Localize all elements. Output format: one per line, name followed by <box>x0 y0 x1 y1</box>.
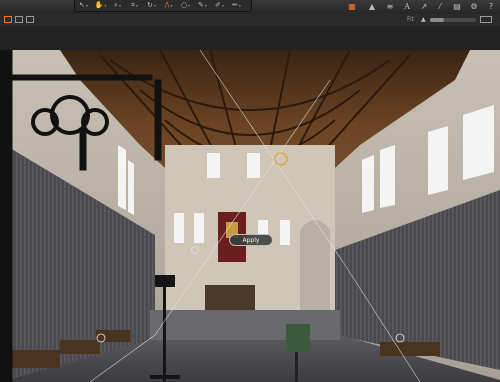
chevron-down-icon: ▾ <box>118 3 121 8</box>
compare-view-icon[interactable] <box>26 16 34 23</box>
arch-doorway <box>300 220 330 320</box>
eyedropper-glyph: ✎ <box>198 1 204 9</box>
chevron-down-icon: ▾ <box>104 3 107 8</box>
image-viewer: Apply <box>0 26 500 382</box>
sign-post <box>295 350 298 382</box>
window <box>362 155 374 213</box>
bench <box>10 350 60 368</box>
rotate-icon[interactable]: ↻ ▾ <box>143 0 160 11</box>
adjust-brush-icon[interactable]: ✐ ▾ <box>211 0 228 11</box>
photo-canvas[interactable] <box>0 50 500 382</box>
chevron-down-icon: ▾ <box>188 3 191 8</box>
help-icon[interactable]: ? <box>485 1 497 12</box>
spot-icon[interactable]: ○ ▾ <box>177 0 194 11</box>
spot-glyph: ○ <box>180 1 188 9</box>
keystone-glyph: /\ <box>164 1 170 9</box>
pen-icon[interactable]: ⁄ <box>434 1 446 12</box>
pointer-glyph: ↖ <box>79 1 85 9</box>
adjust-brush-glyph: ✐ <box>215 1 221 9</box>
draw-mask-icon[interactable]: ✏ ▾ <box>228 0 245 11</box>
draw-mask-glyph: ✏ <box>232 1 238 9</box>
window <box>128 160 134 215</box>
grid-view-icon[interactable] <box>4 16 12 23</box>
window <box>280 220 290 245</box>
crop-glyph: ⌗ <box>131 1 135 9</box>
chevron-down-icon: ▾ <box>238 3 241 8</box>
workspace-layout-icon[interactable]: ▦ <box>346 1 358 12</box>
zoom-small-icon: ▲ <box>421 16 426 23</box>
tool-group: ↖ ▾ ✋ ▾ ⌕ ▾ ⌗ ▾ ↻ ▾/\ ▾ ○ ▾ ✎ ▾ ✐ ▾ ✏ ▾ <box>74 0 252 12</box>
hand-icon[interactable]: ✋ ▾ <box>92 0 109 11</box>
chevron-down-icon: ▾ <box>135 3 138 8</box>
chevron-down-icon: ▾ <box>153 3 156 8</box>
exposure-warning-icon[interactable]: ▲ <box>366 1 378 12</box>
cursor-tool-icon[interactable]: ↗ <box>418 1 430 12</box>
zoom-slider-fill <box>430 18 444 22</box>
gear-icon[interactable]: ⚙ <box>468 1 480 12</box>
window <box>174 213 184 243</box>
chevron-down-icon: ▾ <box>221 3 224 8</box>
crop-icon[interactable]: ⌗ ▾ <box>126 0 143 11</box>
stack-icon[interactable]: ≡ <box>384 1 396 12</box>
bench <box>60 340 100 354</box>
far-floor <box>150 310 340 340</box>
window <box>428 126 448 195</box>
keystone-icon[interactable]: /\ ▾ <box>160 0 177 11</box>
chevron-down-icon: ▾ <box>170 3 173 8</box>
bench <box>96 330 130 342</box>
window <box>194 213 204 243</box>
hand-glyph: ✋ <box>94 1 104 9</box>
pointer-icon[interactable]: ↖ ▾ <box>75 0 92 11</box>
text-icon[interactable]: A <box>401 1 413 12</box>
window <box>207 153 220 178</box>
zoom-slider[interactable] <box>430 18 476 22</box>
top-toolbar: ↖ ▾ ✋ ▾ ⌕ ▾ ⌗ ▾ ↻ ▾/\ ▾ ○ ▾ ✎ ▾ ✐ ▾ ✏ ▾ ▦ ▲ ≡ A ↗ ⁄ ▤ ⚙ ? <box>0 0 500 15</box>
window <box>463 105 494 180</box>
bench <box>380 342 440 356</box>
print-icon[interactable]: ▤ <box>451 1 463 12</box>
single-view-icon[interactable] <box>15 16 23 23</box>
fit-frame-icon[interactable] <box>480 16 492 23</box>
eyedropper-icon[interactable]: ✎ ▾ <box>194 0 211 11</box>
window <box>380 145 395 208</box>
window <box>118 145 126 210</box>
rotate-glyph: ↻ <box>147 1 153 9</box>
chevron-down-icon: ▾ <box>85 3 88 8</box>
window <box>247 153 260 178</box>
chevron-down-icon: ▾ <box>204 3 207 8</box>
zoom-icon[interactable]: ⌕ ▾ <box>109 0 126 11</box>
apply-button[interactable]: Apply <box>229 234 273 246</box>
fireplace <box>205 285 255 310</box>
zoom-label: Fit <box>407 16 415 23</box>
info-sign <box>286 324 310 352</box>
zoom-glyph: ⌕ <box>114 1 118 9</box>
